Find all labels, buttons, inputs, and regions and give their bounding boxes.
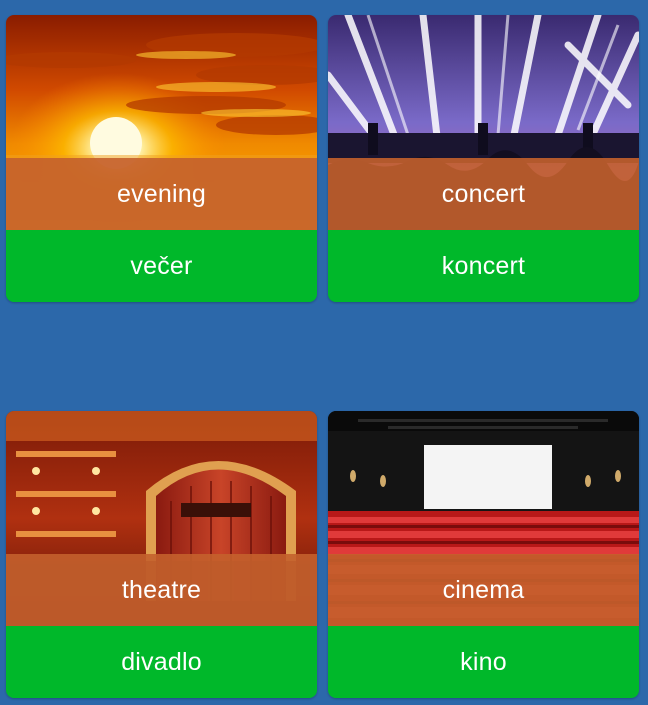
- flashcard-cinema[interactable]: cinema kino: [328, 411, 639, 698]
- translation-answer-button[interactable]: koncert: [328, 230, 639, 302]
- translation-answer-button[interactable]: kino: [328, 626, 639, 698]
- flashcard-concert[interactable]: concert koncert: [328, 15, 639, 302]
- translation-answer-button[interactable]: divadlo: [6, 626, 317, 698]
- english-word-label: theatre: [6, 554, 317, 626]
- translation-answer-button[interactable]: večer: [6, 230, 317, 302]
- english-word-label: evening: [6, 158, 317, 230]
- flashcard-theatre[interactable]: theatre divadlo: [6, 411, 317, 698]
- flashcard-evening[interactable]: evening večer: [6, 15, 317, 302]
- english-word-label: cinema: [328, 554, 639, 626]
- english-word-label: concert: [328, 158, 639, 230]
